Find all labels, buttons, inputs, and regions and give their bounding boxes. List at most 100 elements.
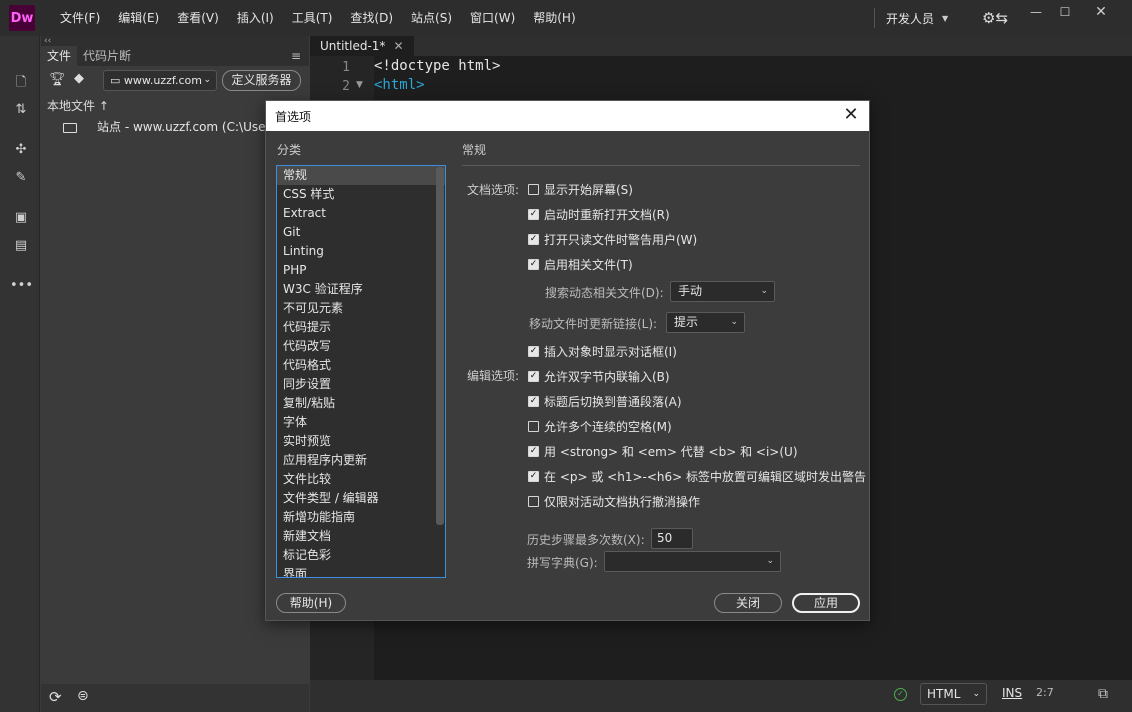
checkbox-unchecked[interactable] [528, 495, 539, 507]
category-item[interactable]: CSS 样式 [277, 185, 445, 204]
category-item[interactable]: W3C 验证程序 [277, 280, 445, 299]
menu-item[interactable]: 编辑(E) [109, 0, 168, 36]
category-item[interactable]: 新建文档 [277, 527, 445, 546]
menu-item[interactable]: 文件(F) [51, 0, 109, 36]
close-window-button[interactable]: ✕ [1086, 0, 1116, 24]
history-steps-input[interactable]: 50 [651, 528, 693, 549]
insert-mode[interactable]: INS [1002, 686, 1022, 700]
category-item[interactable]: 文件类型 / 编辑器 [277, 489, 445, 508]
checkbox-checked[interactable]: ✓ [528, 258, 539, 270]
fold-arrow-icon[interactable]: ▼ [356, 80, 363, 90]
apply-button[interactable]: 应用 [792, 593, 860, 613]
category-item[interactable]: 应用程序内更新 [277, 451, 445, 470]
tab-snippets[interactable]: 代码片断 [77, 46, 137, 66]
checkbox-checked[interactable]: ✓ [528, 445, 539, 457]
close-tab-icon[interactable]: ✕ [393, 39, 403, 53]
category-item[interactable]: 常规 [277, 166, 445, 185]
checkbox-row[interactable]: ✓ 允许双字节内联输入(B) [528, 368, 670, 384]
checkbox-row[interactable]: ✓ 启动时重新打开文档(R) [528, 206, 670, 222]
scrollbar-thumb[interactable] [436, 167, 444, 525]
checkbox-checked[interactable]: ✓ [528, 345, 539, 357]
update-links-select[interactable]: 提示 ⌄ [666, 312, 745, 333]
workspace-switcher[interactable]: 开发人员 ▼ [874, 0, 948, 36]
checkbox-row[interactable]: ✓ 打开只读文件时警告用户(W) [528, 231, 697, 247]
checkbox-row[interactable]: ✓ 用 <strong> 和 <em> 代替 <b> 和 <i>(U) [528, 443, 798, 459]
menu-item[interactable]: 帮助(H) [524, 0, 584, 36]
refresh-icon[interactable]: ⟳ [49, 688, 62, 706]
checkbox-checked[interactable]: ✓ [528, 395, 539, 407]
update-links-value: 提示 [674, 315, 699, 329]
more-icon[interactable]: ••• [10, 276, 33, 296]
checkbox-row[interactable]: 允许多个连续的空格(M) [528, 418, 672, 434]
category-item[interactable]: Git [277, 223, 445, 242]
panel-menu-icon[interactable]: ≡ [291, 46, 301, 66]
checkbox-label: 允许双字节内联输入(B) [544, 369, 670, 384]
history-steps-label: 历史步骤最多次数(X): [527, 533, 645, 547]
site-select[interactable]: ▭ www.uzzf.com ⌄ [103, 70, 217, 91]
checkbox-row[interactable]: ✓ 启用相关文件(T) [528, 256, 633, 272]
category-item[interactable]: 不可见元素 [277, 299, 445, 318]
document-tab-bar: Untitled-1* ✕ [310, 36, 1132, 56]
local-files-header[interactable]: 本地文件 ↑ [47, 97, 109, 114]
checkbox-row[interactable]: ✓ 标题后切换到普通段落(A) [528, 393, 682, 409]
code-line: <html> [374, 77, 425, 93]
collapse-panel-icon[interactable]: ‹‹ [41, 36, 309, 46]
checkbox-checked[interactable]: ✓ [528, 470, 539, 482]
category-item[interactable]: 复制/粘贴 [277, 394, 445, 413]
title-bar: Dw 文件(F) 编辑(E) 查看(V) 插入(I) 工具(T) 查找(D) 站点(S) 窗口… [0, 0, 1132, 36]
checkbox-row[interactable]: ✓ 插入对象时显示对话框(I) [528, 343, 677, 359]
category-item[interactable]: Linting [277, 242, 445, 261]
window-size-icon[interactable]: ⧉ [1098, 686, 1108, 702]
format-icon[interactable]: ▤ [10, 236, 32, 256]
close-icon[interactable]: ✕ [840, 104, 862, 126]
category-item[interactable]: 字体 [277, 413, 445, 432]
log-icon[interactable]: ⊜ [77, 688, 89, 704]
checkbox-unchecked[interactable] [528, 420, 539, 432]
category-item[interactable]: 实时预览 [277, 432, 445, 451]
eyedropper-icon[interactable]: ✎ [10, 168, 32, 188]
menu-item[interactable]: 查找(D) [341, 0, 402, 36]
category-item[interactable]: 同步设置 [277, 375, 445, 394]
checkbox-row[interactable]: ✓ 在 <p> 或 <h1>-<h6> 标签中放置可编辑区域时发出警告 [528, 468, 866, 484]
menu-item[interactable]: 插入(I) [228, 0, 283, 36]
checkbox-row[interactable]: 仅限对活动文档执行撤消操作 [528, 493, 700, 509]
language-select[interactable]: HTML ⌄ [920, 683, 987, 705]
document-tab[interactable]: Untitled-1* ✕ [310, 36, 414, 56]
category-item[interactable]: 代码格式 [277, 356, 445, 375]
category-item[interactable]: PHP [277, 261, 445, 280]
tab-files[interactable]: 文件 [41, 46, 78, 66]
comment-icon[interactable]: ▣ [10, 208, 32, 228]
menu-item[interactable]: 窗口(W) [461, 0, 524, 36]
folder-icon: ▭ [110, 74, 124, 87]
git-icon[interactable]: ◆ [74, 71, 84, 86]
menu-item[interactable]: 站点(S) [402, 0, 461, 36]
code-line: <!doctype html> [374, 58, 501, 74]
spell-dictionary-select[interactable]: ⌄ [604, 551, 781, 572]
sync-settings-icon[interactable]: ⚙⇆ [982, 9, 1008, 27]
category-item[interactable]: 文件比较 [277, 470, 445, 489]
close-button[interactable]: 关闭 [714, 593, 782, 613]
file-transfer-icon[interactable]: ⇅ [10, 100, 32, 120]
help-button[interactable]: 帮助(H) [276, 593, 346, 613]
checkbox-unchecked[interactable] [528, 183, 539, 195]
category-item[interactable]: 代码提示 [277, 318, 445, 337]
category-list[interactable]: 常规 CSS 样式 Extract Git Linting PHP W3C 验证程序 不可见元… [276, 165, 446, 578]
search-related-select[interactable]: 手动 ⌄ [670, 281, 775, 302]
category-item[interactable]: 代码改写 [277, 337, 445, 356]
maximize-button[interactable]: ☐ [1050, 0, 1080, 24]
define-server-button[interactable]: 定义服务器 [222, 70, 301, 91]
category-item[interactable]: Extract [277, 204, 445, 223]
checkbox-row[interactable]: 显示开始屏幕(S) [528, 181, 633, 197]
checkbox-checked[interactable]: ✓ [528, 208, 539, 220]
category-item[interactable]: 新增功能指南 [277, 508, 445, 527]
new-document-icon[interactable]: 🗋 [10, 73, 32, 93]
minimize-button[interactable]: — [1021, 0, 1051, 24]
collapse-icon[interactable]: ✣ [10, 140, 32, 160]
category-item[interactable]: 标记色彩 [277, 546, 445, 565]
trophy-icon[interactable]: 🏆︎ [49, 72, 66, 87]
menu-item[interactable]: 工具(T) [283, 0, 342, 36]
checkbox-checked[interactable]: ✓ [528, 370, 539, 382]
menu-item[interactable]: 查看(V) [168, 0, 228, 36]
category-item[interactable]: 界面 [277, 565, 445, 577]
checkbox-checked[interactable]: ✓ [528, 233, 539, 245]
